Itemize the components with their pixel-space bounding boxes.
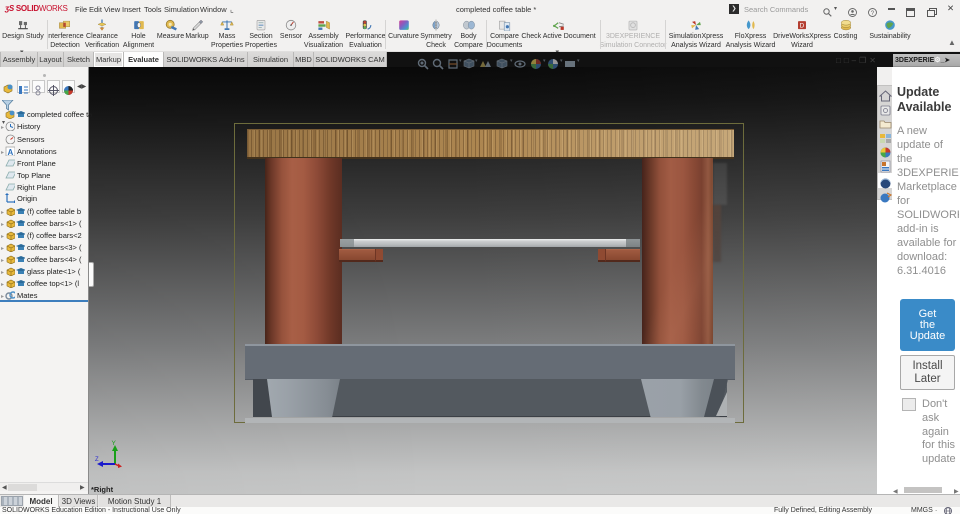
- svg-text:Y: Y: [112, 440, 117, 447]
- svg-text:A: A: [8, 148, 14, 156]
- svg-text:D: D: [800, 23, 805, 30]
- svg-text:Z: Z: [95, 457, 99, 463]
